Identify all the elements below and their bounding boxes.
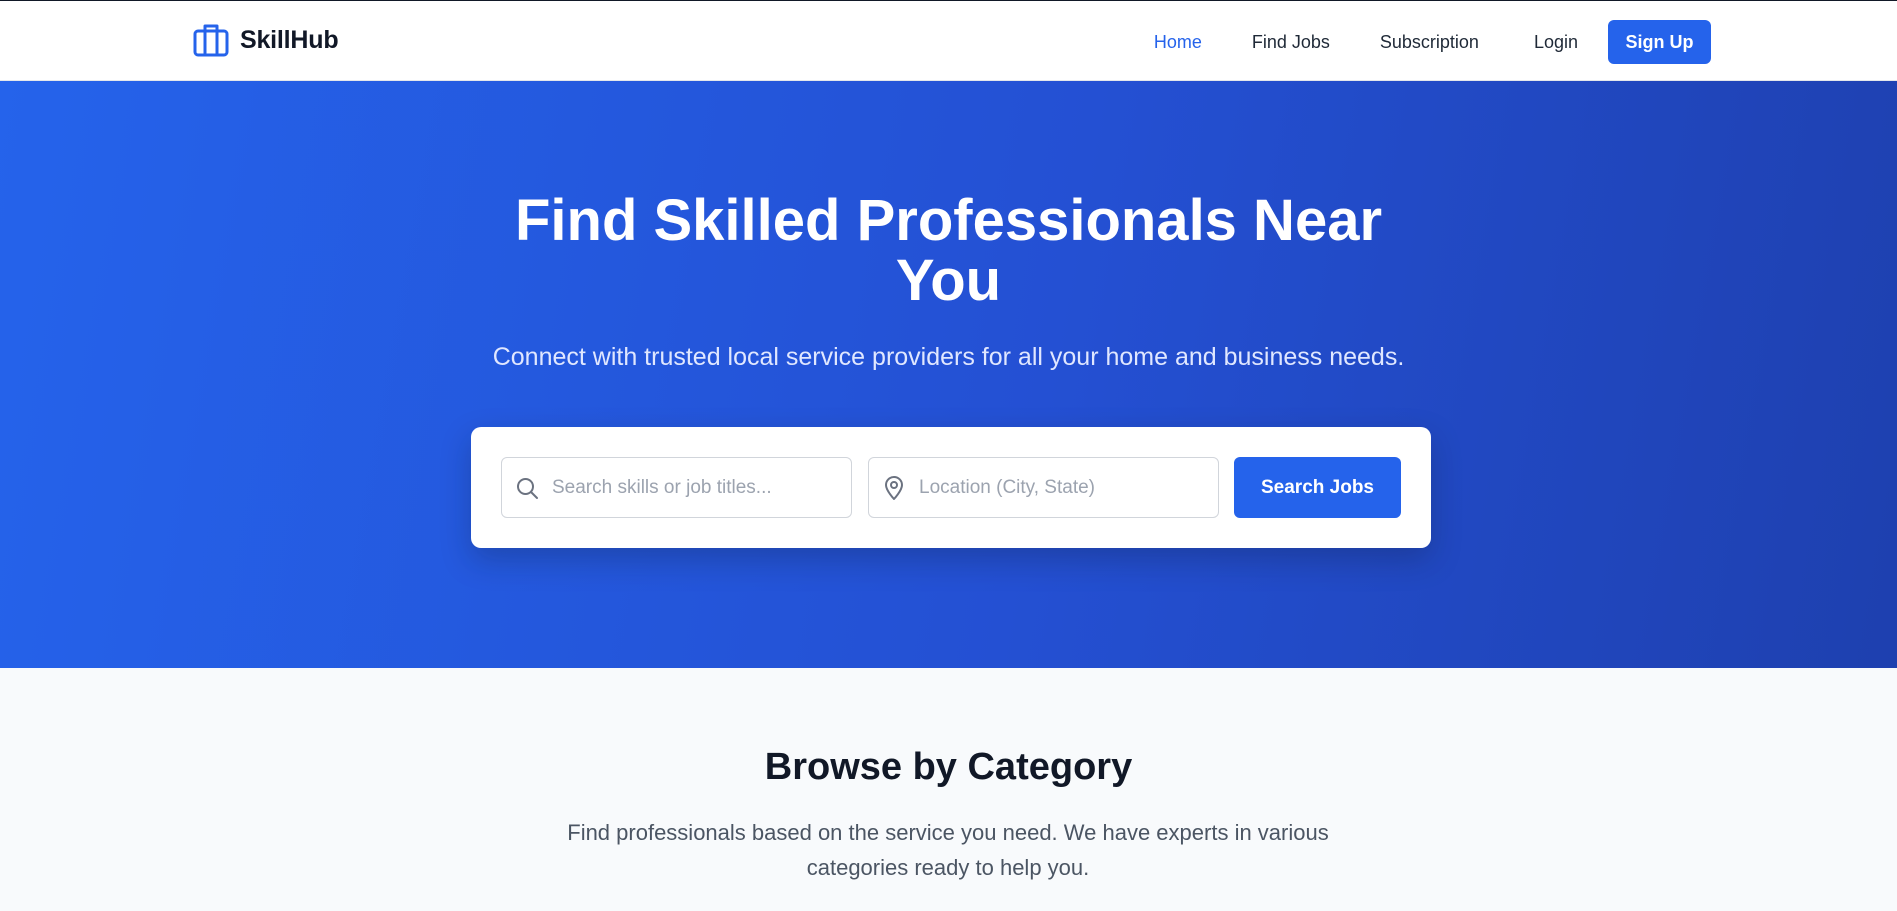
site-header: SkillHub Home Find Jobs Subscription Log… <box>0 1 1897 81</box>
brand-name: SkillHub <box>240 25 339 54</box>
location-search-input[interactable] <box>919 476 1199 499</box>
location-search-field[interactable] <box>868 457 1219 518</box>
brand-logo[interactable]: SkillHub <box>192 22 339 58</box>
skills-search-input[interactable] <box>552 476 832 499</box>
search-card: Search Jobs <box>471 427 1431 548</box>
main-nav: Home Find Jobs Subscription Login Sign U… <box>1154 20 1711 64</box>
map-pin-icon <box>869 475 919 501</box>
search-jobs-button[interactable]: Search Jobs <box>1234 457 1401 518</box>
hero-section: Find Skilled Professionals Near You Conn… <box>0 81 1897 668</box>
hero-subtitle: Connect with trusted local service provi… <box>492 343 1405 371</box>
skills-search-field[interactable] <box>501 457 852 518</box>
briefcase-icon <box>193 24 229 57</box>
nav-login-link[interactable]: Login <box>1534 20 1578 64</box>
nav-find-jobs-link[interactable]: Find Jobs <box>1252 20 1330 64</box>
browse-category-title: Browse by Category <box>764 746 1133 788</box>
hero-title: Find Skilled Professionals Near You <box>0 191 1897 311</box>
nav-home-link[interactable]: Home <box>1154 20 1202 64</box>
nav-subscription-link[interactable]: Subscription <box>1380 20 1479 64</box>
search-icon <box>502 476 552 500</box>
hero-title-line-1: Find Skilled Professionals Near <box>514 188 1383 253</box>
browse-category-subtitle: Find professionals based on the service … <box>567 820 1329 880</box>
sign-up-button[interactable]: Sign Up <box>1608 20 1711 64</box>
hero-title-line-2: You <box>895 248 1002 313</box>
